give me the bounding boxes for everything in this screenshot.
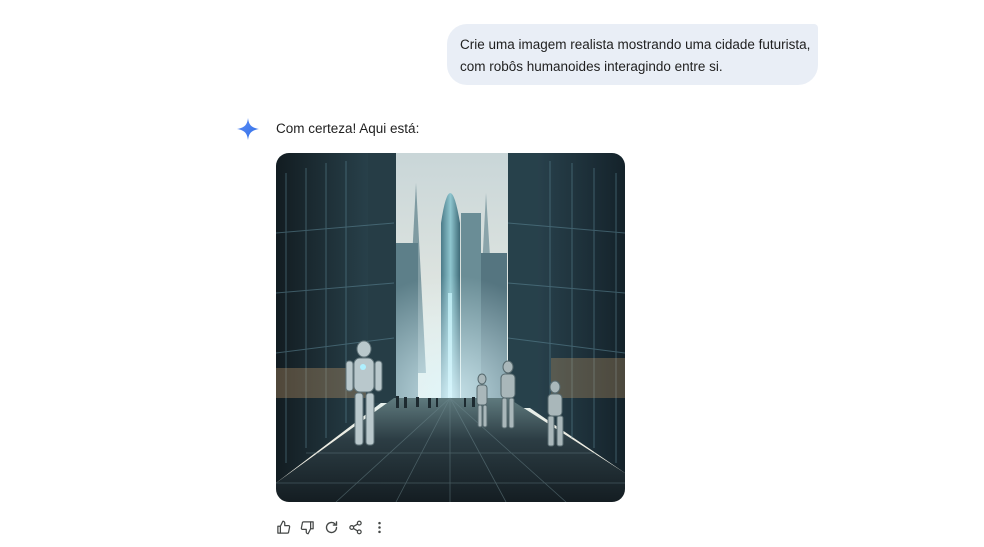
generated-image[interactable] (276, 153, 625, 502)
assistant-reply-text: Com certeza! Aqui está: (276, 121, 420, 136)
user-message-bubble: Crie uma imagem realista mostrando uma c… (447, 24, 818, 85)
share-icon[interactable] (346, 518, 364, 536)
thumbs-up-icon[interactable] (274, 518, 292, 536)
more-vert-icon[interactable] (370, 518, 388, 536)
user-message-line: Crie uma imagem realista mostrando uma c… (460, 37, 811, 52)
response-actions (274, 517, 394, 537)
sparkle-icon (236, 117, 260, 141)
regenerate-icon[interactable] (322, 518, 340, 536)
chat-page: Crie uma imagem realista mostrando uma c… (0, 0, 984, 547)
user-message-line: com robôs humanoides interagindo entre s… (460, 58, 723, 74)
thumbs-down-icon[interactable] (298, 518, 316, 536)
